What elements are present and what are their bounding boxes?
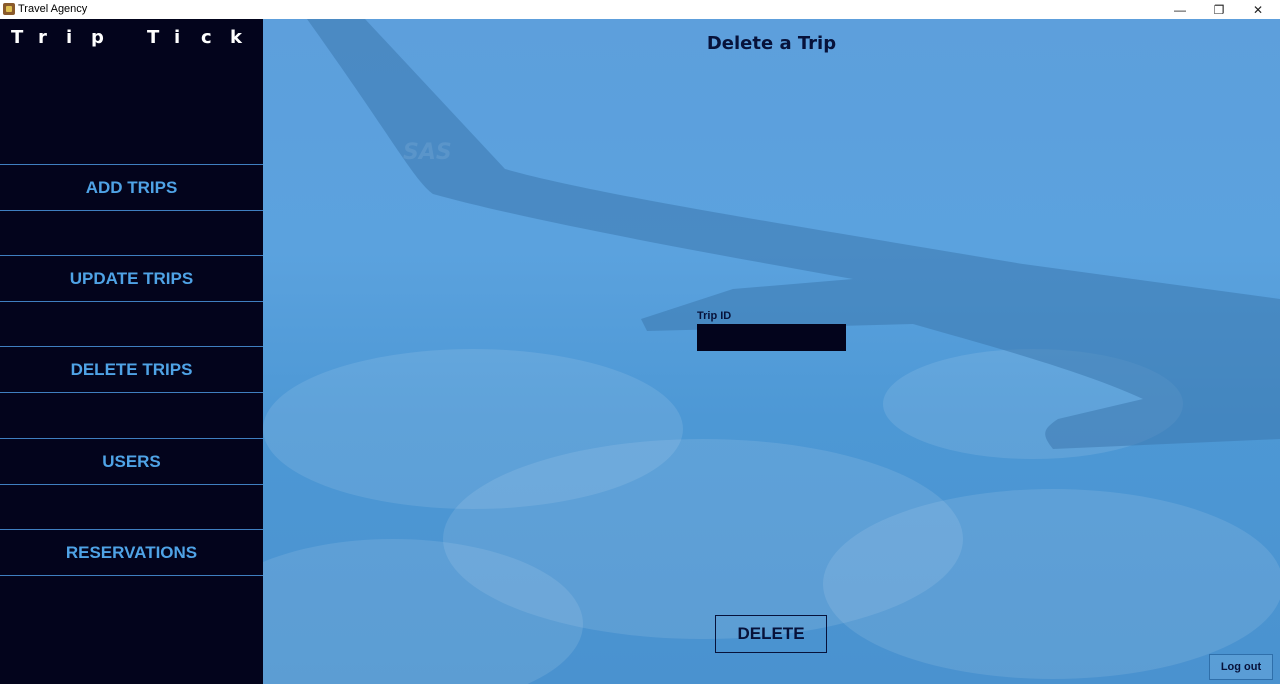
sidebar-item-update-trips[interactable]: UPDATE TRIPS (0, 255, 263, 302)
sidebar: T r i p T i c k ADD TRIPS UPDATE TRIPS D… (0, 19, 263, 684)
brand-letter: i (174, 27, 181, 48)
trip-id-label: Trip ID (697, 310, 732, 322)
app-icon (3, 3, 15, 15)
restore-icon: ❐ (1213, 2, 1225, 17)
sidebar-item-label: DELETE TRIPS (70, 359, 193, 379)
brand-letter: i (66, 27, 73, 48)
sidebar-item-label: RESERVATIONS (65, 542, 198, 562)
brand-letter: k (230, 27, 242, 48)
delete-button-label: DELETE (737, 624, 805, 643)
window-title: Travel Agency (18, 3, 88, 15)
delete-button[interactable]: DELETE (715, 615, 827, 653)
sidebar-item-reservations[interactable]: RESERVATIONS (0, 529, 263, 576)
page-title: Delete a Trip (706, 33, 837, 54)
minimize-button[interactable]: — (1160, 0, 1200, 19)
brand-letter: T (147, 27, 160, 48)
brand-letter: c (201, 27, 212, 48)
minimize-icon: — (1174, 2, 1186, 17)
sidebar-item-users[interactable]: USERS (0, 438, 263, 485)
trip-id-input[interactable] (697, 324, 846, 351)
maximize-button[interactable]: ❐ (1199, 0, 1239, 19)
sidebar-item-label: USERS (102, 451, 161, 471)
sidebar-item-label: ADD TRIPS (85, 177, 178, 197)
close-button[interactable]: ✕ (1238, 0, 1278, 19)
brand-letter: r (38, 27, 47, 48)
brand-letter: T (11, 27, 24, 48)
wing-logo: SAS (403, 140, 452, 165)
airplane-wing-image: SAS (307, 19, 1280, 449)
brand-letter: p (91, 27, 104, 48)
sidebar-item-add-trips[interactable]: ADD TRIPS (0, 164, 263, 211)
window-titlebar: Travel Agency — ❐ ✕ (0, 0, 1280, 19)
sidebar-item-label: UPDATE TRIPS (69, 268, 194, 288)
logout-button-label: Log out (1220, 661, 1262, 673)
logout-button[interactable]: Log out (1209, 654, 1273, 680)
main-panel: SAS Delete a Trip Trip ID DELETE Log out (263, 19, 1280, 684)
wing-shape (307, 19, 1280, 449)
sidebar-item-delete-trips[interactable]: DELETE TRIPS (0, 346, 263, 393)
brand-logo: T r i p T i c k (0, 27, 263, 49)
close-icon: ✕ (1252, 2, 1264, 17)
